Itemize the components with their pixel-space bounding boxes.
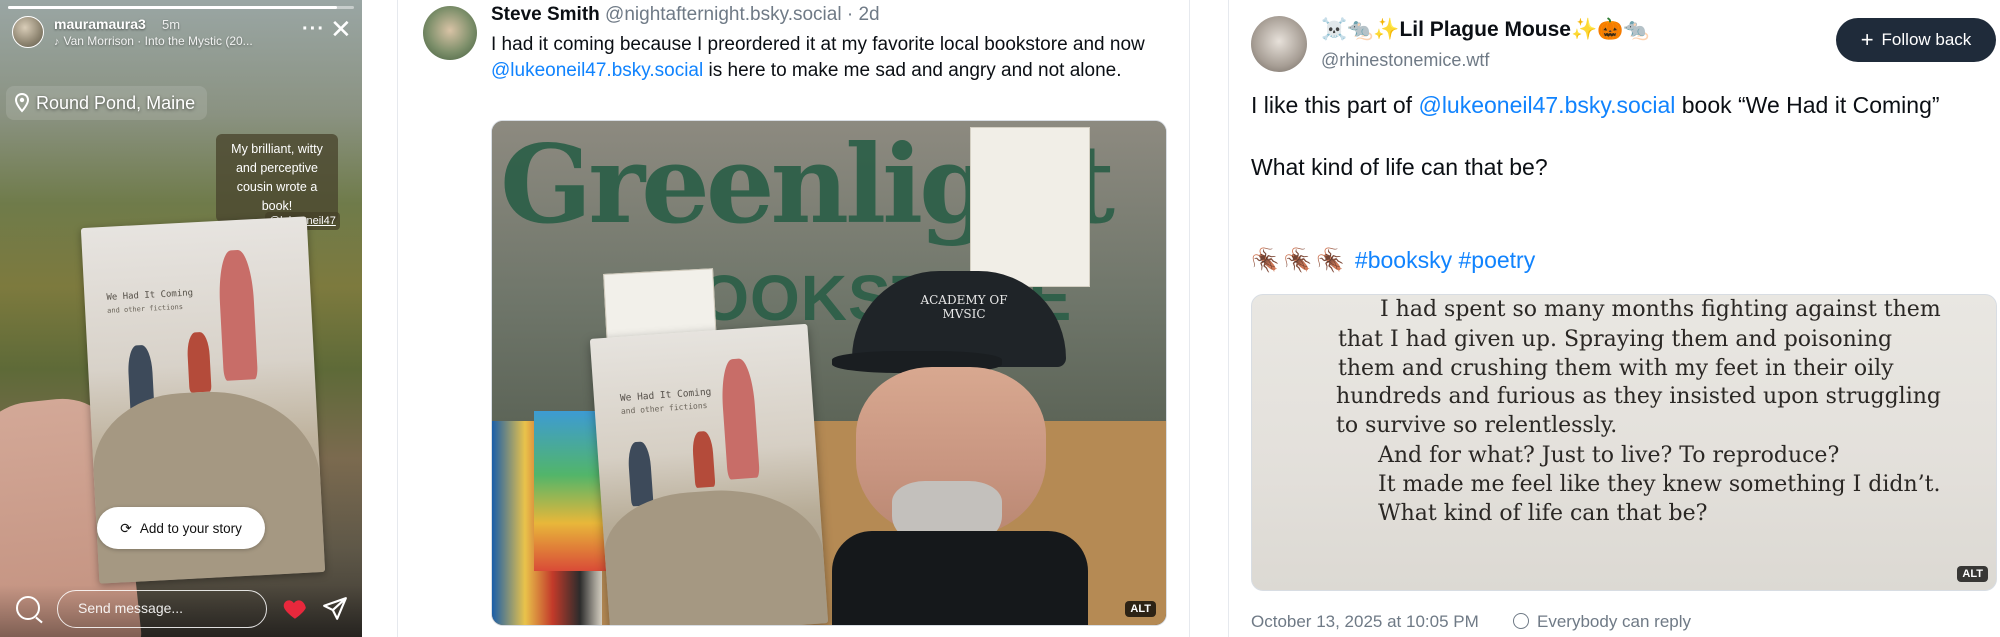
alt-badge[interactable]: ALT <box>1125 601 1156 617</box>
send-icon[interactable] <box>322 596 348 622</box>
author-name[interactable]: Steve Smith <box>491 4 600 25</box>
book-text-line: And for what? Just to live? To reproduce… <box>1378 443 1840 468</box>
location-pin-icon <box>14 93 30 113</box>
story-caption: My brilliant, witty and perceptive cousi… <box>216 134 338 222</box>
avatar[interactable] <box>1251 16 1307 72</box>
book-title: We Had It Coming <box>106 288 194 303</box>
more-icon[interactable]: ··· <box>302 18 325 41</box>
author-handle[interactable]: @nightafternight.bsky.social <box>605 4 842 25</box>
post-header: Steve Smith @nightafternight.bsky.social… <box>491 4 880 26</box>
post-text-end: is here to make me sad and angry and not… <box>703 60 1122 81</box>
reply-setting-label: Everybody can reply <box>1537 612 1692 631</box>
story-header: mauramaura3 5m ♪ Van Morrison · Into the … <box>10 14 355 50</box>
story-music-credit[interactable]: ♪ Van Morrison · Into the Mystic (20... <box>54 34 253 48</box>
book-subtitle: and other fictions <box>620 400 708 416</box>
post-paragraph: I like this part of @lukeoneil47.bsky.so… <box>1251 90 1981 121</box>
hashtag-poetry[interactable]: #poetry <box>1458 247 1535 273</box>
reply-setting[interactable]: Everybody can reply <box>1513 612 1691 632</box>
heart-icon[interactable] <box>282 596 308 622</box>
figure-boy <box>627 441 654 507</box>
refresh-icon: ⟳ <box>120 519 132 536</box>
hashtag-booksky[interactable]: #booksky <box>1355 247 1452 273</box>
close-icon[interactable]: ✕ <box>330 16 352 42</box>
book-text-line: I had spent so many months fighting agai… <box>1380 297 1941 322</box>
man-selfie: ACADEMY OF MVSIC <box>832 271 1088 625</box>
book-text-line: hundreds and furious as they insisted up… <box>1336 384 1941 409</box>
follow-back-label: Follow back <box>1881 30 1972 49</box>
camera-icon[interactable] <box>16 596 40 620</box>
cockroach-emoji: 🪳🪳🪳 <box>1251 247 1349 273</box>
figure-adult <box>217 249 258 381</box>
mention-link[interactable]: @lukeoneil47.bsky.social <box>491 60 703 81</box>
author-handle[interactable]: @rhinestonemice.wtf <box>1321 50 1489 71</box>
avatar[interactable] <box>423 6 477 60</box>
post-text: I like this part of @lukeoneil47.bsky.so… <box>1251 90 1981 214</box>
add-to-story-label: Add to your story <box>139 520 242 536</box>
events-poster <box>970 127 1090 287</box>
post-image[interactable]: I had spent so many months fighting agai… <box>1251 294 1997 591</box>
add-to-story-button[interactable]: ⟳ Add to your story <box>97 507 265 549</box>
book-subtitle: and other fictions <box>106 302 184 315</box>
mention-link[interactable]: @lukeoneil47.bsky.social <box>1418 92 1675 118</box>
instagram-story: mauramaura3 5m ♪ Van Morrison · Into the … <box>0 0 362 637</box>
post-hashtags: 🪳🪳🪳 #booksky #poetry <box>1251 247 1535 274</box>
story-username[interactable]: mauramaura3 <box>54 16 146 32</box>
post-steve-smith[interactable]: Steve Smith @nightafternight.bsky.social… <box>397 0 1190 637</box>
story-progress-bar <box>8 6 354 9</box>
book-text-line: It made me feel like they knew something… <box>1378 472 1941 497</box>
message-input[interactable]: Send message... <box>57 590 267 628</box>
post-text-start: I had it coming because I preordered it … <box>491 34 1145 55</box>
book-text-line: them and crushing them with my feet in t… <box>1338 356 1894 381</box>
post-timestamp[interactable]: 2d <box>858 4 879 25</box>
post-lil-plague-mouse[interactable]: ☠️🐀✨Lil Plague Mouse✨🎃🐀 @rhinestonemice.… <box>1228 0 2000 637</box>
held-book: We Had It Coming and other fictions <box>589 323 829 625</box>
music-icon: ♪ <box>54 36 60 48</box>
story-music-label: Van Morrison · Into the Mystic (20... <box>63 34 253 48</box>
post-text-start: I like this part of <box>1251 92 1419 118</box>
location-label: Round Pond, Maine <box>36 92 196 113</box>
post-question: What kind of life can that be? <box>1251 154 1548 180</box>
location-sticker[interactable]: Round Pond, Maine <box>6 86 208 120</box>
jacket <box>832 531 1088 625</box>
figure-child <box>691 430 716 488</box>
figure-child <box>186 331 212 393</box>
book-text-line: What kind of life can that be? <box>1378 501 1708 526</box>
post-image[interactable]: Greenlight BOOKSTORE We Had It Coming an… <box>491 120 1167 626</box>
author-name[interactable]: ☠️🐀✨Lil Plague Mouse✨🎃🐀 <box>1321 18 1649 42</box>
globe-icon <box>1513 613 1529 629</box>
alt-badge[interactable]: ALT <box>1957 566 1988 582</box>
plus-icon: + <box>1860 27 1874 52</box>
cap-text: ACADEMY OF MVSIC <box>920 293 1008 321</box>
book-text-line: that I had given up. Spraying them and p… <box>1338 327 1893 352</box>
avatar[interactable] <box>12 16 44 48</box>
story-progress-fill <box>8 6 337 9</box>
separator-dot: · <box>846 4 854 25</box>
follow-back-button[interactable]: + Follow back <box>1836 18 1996 62</box>
post-text: I had it coming because I preordered it … <box>491 32 1171 84</box>
post-text-end: book “We Had it Coming” <box>1675 92 1940 118</box>
figure-adult <box>719 357 760 480</box>
post-date: October 13, 2025 at 10:05 PM <box>1251 612 1479 631</box>
book-text-line: to survive so relentlessly. <box>1336 413 1618 438</box>
rocks <box>89 386 326 584</box>
story-timestamp: 5m <box>162 17 181 32</box>
